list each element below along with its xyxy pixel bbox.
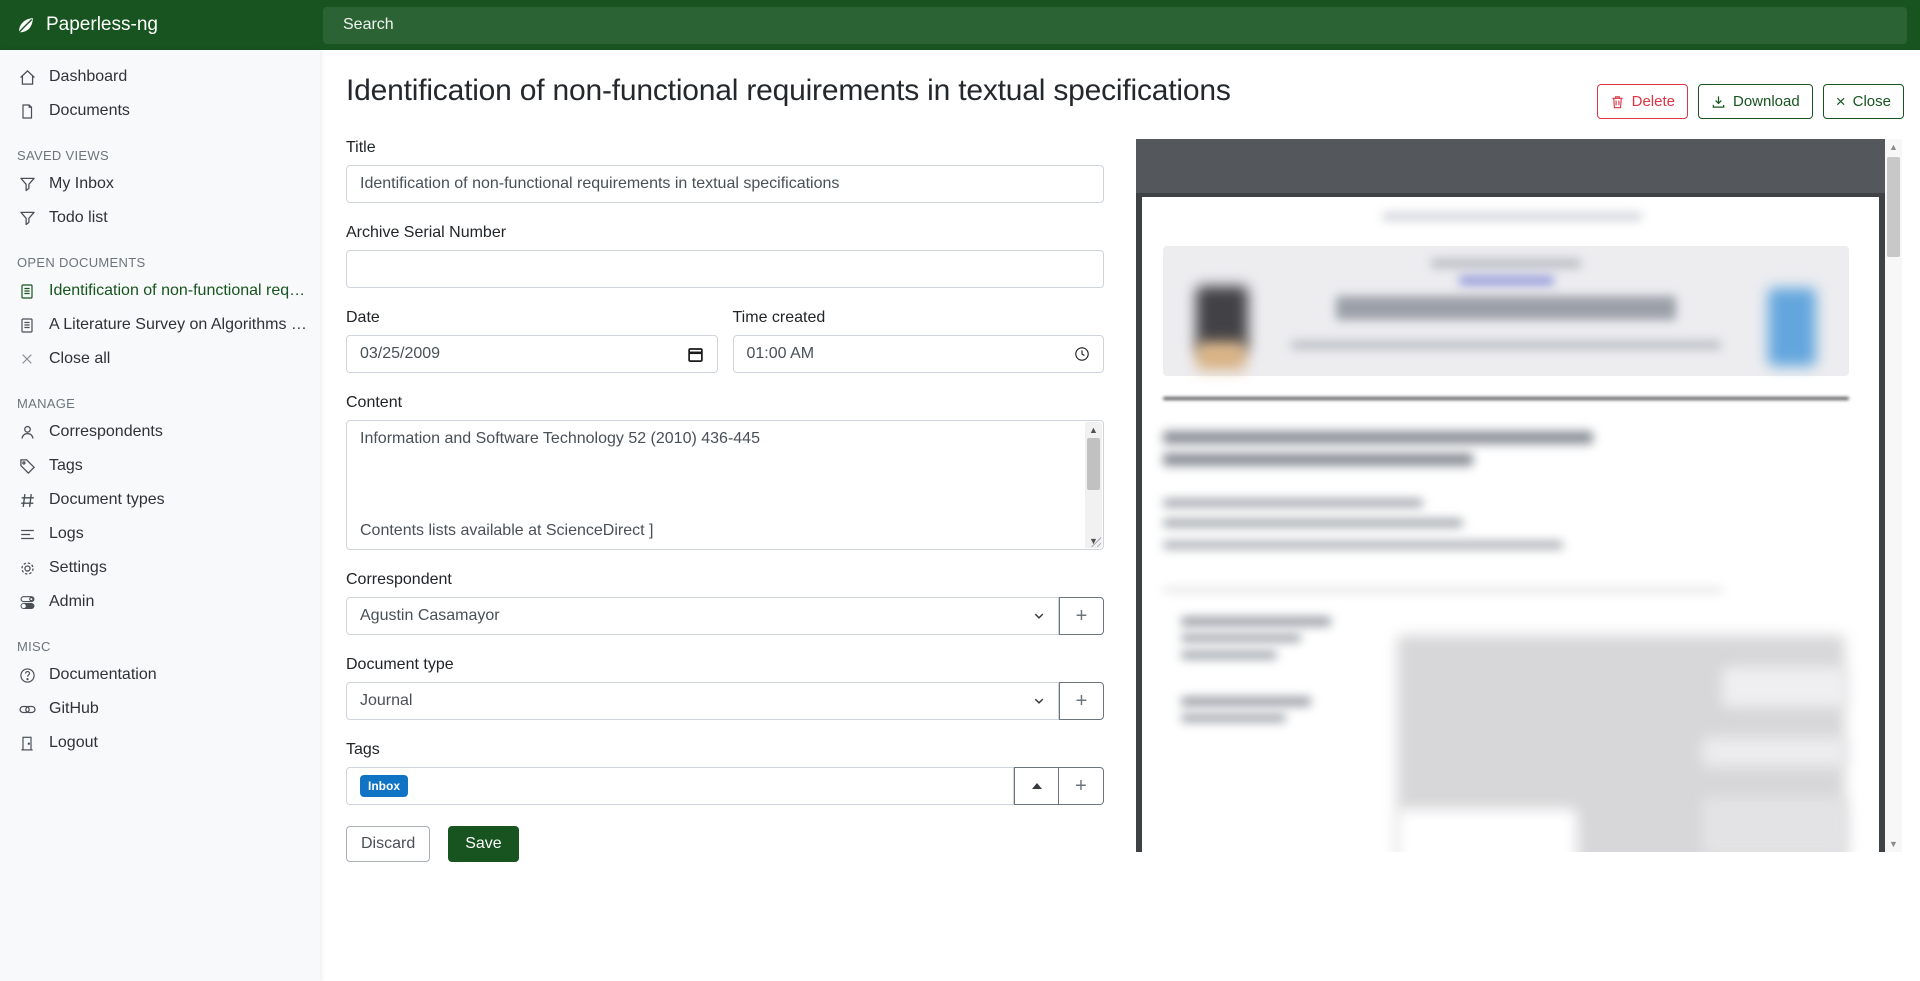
discard-button[interactable]: Discard <box>346 826 430 862</box>
sidebar-item-document-types[interactable]: Document types <box>0 483 320 517</box>
sidebar-item-logout[interactable]: Logout <box>0 726 320 760</box>
scroll-up-icon[interactable]: ▲ <box>1885 142 1902 152</box>
tag-badge-inbox[interactable]: Inbox <box>360 775 408 797</box>
manage-heading: MANAGE <box>17 396 320 411</box>
document-edit-form: Title Identification of non-functional r… <box>346 139 1104 862</box>
pdf-toolbar[interactable] <box>1136 139 1885 193</box>
pdf-header-block <box>1163 246 1849 376</box>
tags-input[interactable]: Inbox <box>346 767 1014 805</box>
sidebar-item-my-inbox[interactable]: My Inbox <box>0 167 320 201</box>
leaf-logo-icon <box>15 15 36 36</box>
scroll-up-icon[interactable]: ▲ <box>1085 422 1102 437</box>
sidebar-item-documentation[interactable]: Documentation <box>0 658 320 692</box>
plus-icon: + <box>1076 605 1088 628</box>
hash-icon <box>18 491 36 509</box>
date-label: Date <box>346 309 718 327</box>
close-button[interactable]: × Close <box>1823 84 1904 119</box>
preview-scrollbar[interactable]: ▲ ▼ <box>1885 139 1902 852</box>
sidebar-item-github[interactable]: GitHub <box>0 692 320 726</box>
top-navbar: Paperless-ng <box>0 0 1920 50</box>
scroll-down-icon[interactable]: ▼ <box>1885 839 1902 849</box>
trash-icon <box>1610 94 1625 110</box>
calendar-icon[interactable] <box>687 346 704 363</box>
funnel-icon <box>18 175 36 193</box>
sidebar-item-logs[interactable]: Logs <box>0 517 320 551</box>
saved-views-heading: SAVED VIEWS <box>17 148 320 163</box>
gear-icon <box>18 559 36 577</box>
pdf-preview[interactable]: ▲ ▼ <box>1136 139 1902 852</box>
content-textarea[interactable]: Information and Software Technology 52 (… <box>346 420 1104 550</box>
person-icon <box>18 423 36 441</box>
question-circle-icon <box>18 666 36 684</box>
search-input[interactable] <box>323 7 1907 44</box>
scrollbar-thumb[interactable] <box>1087 438 1100 490</box>
sidebar-item-tags[interactable]: Tags <box>0 449 320 483</box>
sidebar-item-todo-list[interactable]: Todo list <box>0 201 320 235</box>
plus-icon: + <box>1075 775 1087 798</box>
list-icon <box>18 525 36 543</box>
correspondent-select[interactable]: Agustin Casamayor <box>346 597 1059 635</box>
document-type-select[interactable]: Journal <box>346 682 1059 720</box>
content-scrollbar[interactable]: ▲ ▼ <box>1085 422 1102 548</box>
document-type-label: Document type <box>346 656 1104 674</box>
save-button[interactable]: Save <box>448 826 518 862</box>
open-documents-heading: OPEN DOCUMENTS <box>17 255 320 270</box>
toggles-icon <box>18 593 36 611</box>
tags-dropdown-toggle[interactable] <box>1014 767 1059 805</box>
main-content: Identification of non-functional require… <box>320 50 1920 981</box>
content-label: Content <box>346 394 1104 412</box>
close-icon <box>18 350 36 368</box>
sidebar-item-settings[interactable]: Settings <box>0 551 320 585</box>
house-icon <box>18 68 36 86</box>
date-input[interactable]: 03/25/2009 <box>346 335 718 373</box>
app-title: Paperless-ng <box>46 14 158 36</box>
clock-icon[interactable] <box>1074 346 1090 362</box>
caret-up-icon <box>1032 783 1042 789</box>
chevron-down-icon <box>1033 610 1045 622</box>
chevron-down-icon <box>1033 695 1045 707</box>
asn-label: Archive Serial Number <box>346 224 1104 242</box>
tag-icon <box>18 457 36 475</box>
close-all-button[interactable]: Close all <box>0 342 320 376</box>
sidebar-item-admin[interactable]: Admin <box>0 585 320 619</box>
door-icon <box>18 734 36 752</box>
time-created-input[interactable]: 01:00 AM <box>733 335 1105 373</box>
misc-heading: MISC <box>17 639 320 654</box>
add-document-type-button[interactable]: + <box>1059 682 1104 720</box>
link-icon <box>18 700 36 718</box>
scrollbar-thumb[interactable] <box>1887 157 1900 257</box>
download-button[interactable]: Download <box>1698 84 1813 119</box>
delete-button[interactable]: Delete <box>1597 84 1688 119</box>
file-text-icon <box>18 316 36 334</box>
sidebar-item-documents[interactable]: Documents <box>0 94 320 128</box>
sidebar-item-correspondents[interactable]: Correspondents <box>0 415 320 449</box>
funnel-icon <box>18 209 36 227</box>
title-input[interactable]: Identification of non-functional require… <box>346 165 1104 203</box>
sidebar: Dashboard Documents SAVED VIEWS My Inbox… <box>0 50 320 981</box>
add-correspondent-button[interactable]: + <box>1059 597 1104 635</box>
file-icon <box>18 102 36 120</box>
page-title: Identification of non-functional require… <box>346 74 1231 108</box>
download-icon <box>1711 94 1726 110</box>
open-document-item-2[interactable]: A Literature Survey on Algorithms for Mu… <box>0 308 320 342</box>
correspondent-label: Correspondent <box>346 571 1104 589</box>
file-text-icon <box>18 282 36 300</box>
pdf-page <box>1142 197 1879 852</box>
sidebar-item-dashboard[interactable]: Dashboard <box>0 60 320 94</box>
title-label: Title <box>346 139 1104 157</box>
time-created-label: Time created <box>733 309 1105 327</box>
open-document-item-1[interactable]: Identification of non-functional require… <box>0 274 320 308</box>
close-icon: × <box>1836 93 1846 110</box>
add-tag-button[interactable]: + <box>1059 767 1104 805</box>
plus-icon: + <box>1076 690 1088 713</box>
app-brand[interactable]: Paperless-ng <box>0 0 320 50</box>
tags-label: Tags <box>346 741 1104 759</box>
archive-serial-number-input[interactable] <box>346 250 1104 288</box>
